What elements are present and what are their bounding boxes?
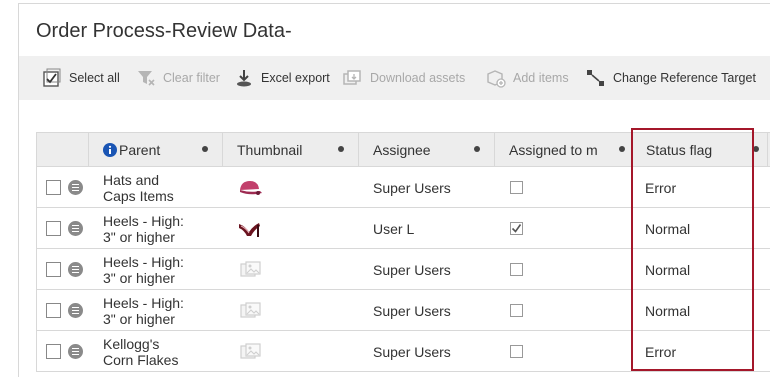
- clear-filter-button[interactable]: Clear filter: [135, 68, 220, 88]
- header-thumbnail-label: Thumbnail: [237, 142, 303, 158]
- placeholder-image-icon: [240, 249, 262, 290]
- placeholder-image-icon: [240, 290, 262, 331]
- download-icon: [233, 68, 255, 88]
- column-menu-icon[interactable]: [474, 146, 480, 152]
- assignee-cell: Super Users: [373, 343, 451, 360]
- header-status-flag[interactable]: Status flag: [632, 133, 768, 167]
- add-box-icon: [485, 68, 507, 88]
- excel-export-label: Excel export: [261, 71, 330, 85]
- heel-shoe-icon: [237, 208, 263, 249]
- column-menu-icon[interactable]: [338, 146, 344, 152]
- header-status-flag-label: Status flag: [646, 142, 713, 158]
- clear-filter-label: Clear filter: [163, 71, 220, 85]
- add-items-label: Add items: [513, 71, 569, 85]
- select-all-button[interactable]: Select all: [41, 68, 120, 88]
- grid-header: Parent Thumbnail Assignee Assigned to m …: [37, 133, 770, 167]
- parent-cell: Kellogg's Corn Flakes: [103, 335, 179, 368]
- column-menu-icon[interactable]: [619, 146, 625, 152]
- assets-download-icon: [342, 68, 364, 88]
- table-row[interactable]: Kellogg's Corn Flakes Super Users Error: [37, 331, 770, 372]
- assigned-to-me-checkbox[interactable]: [510, 345, 523, 358]
- row-select-checkbox[interactable]: [46, 344, 61, 359]
- page-title: Order Process-Review Data-: [36, 20, 292, 42]
- table-row[interactable]: Heels - High: 3" or higher Super Users No…: [37, 249, 770, 290]
- excel-export-button[interactable]: Excel export: [233, 68, 330, 88]
- assigned-to-me-checkbox[interactable]: [510, 304, 523, 317]
- row-select-checkbox[interactable]: [46, 221, 61, 236]
- status-flag-cell: Error: [645, 343, 677, 360]
- info-icon: [103, 143, 117, 157]
- parent-cell: Heels - High: 3" or higher: [103, 212, 184, 245]
- row-menu-icon[interactable]: [68, 221, 83, 236]
- change-reference-target-button[interactable]: Change Reference Target: [585, 68, 756, 88]
- diagonal-arrows-icon: [585, 68, 607, 88]
- checkmark-icon: [511, 224, 522, 233]
- select-all-icon: [41, 68, 63, 88]
- download-assets-label: Download assets: [370, 71, 466, 85]
- status-flag-cell: Normal: [645, 261, 691, 278]
- assignee-cell: Super Users: [373, 302, 451, 319]
- row-select-checkbox[interactable]: [46, 262, 61, 277]
- assignee-cell: User L: [373, 220, 415, 237]
- row-select-checkbox[interactable]: [46, 180, 61, 195]
- assigned-to-me-checkbox[interactable]: [510, 263, 523, 276]
- row-menu-icon[interactable]: [68, 303, 83, 318]
- frame-border-top: [18, 3, 770, 4]
- toolbar: Select all Clear filter Excel export Dow…: [19, 56, 770, 100]
- status-flag-cell: Normal: [645, 302, 691, 319]
- placeholder-image-icon: [240, 331, 262, 372]
- table-row[interactable]: Hats and Caps Items Super Users Error: [37, 167, 770, 208]
- status-flag-cell: Error: [645, 179, 677, 196]
- header-assignee[interactable]: Assignee: [359, 133, 495, 167]
- table-row[interactable]: Heels - High: 3" or higher Super Users No…: [37, 290, 770, 331]
- header-select-column: [37, 133, 89, 167]
- funnel-icon: [135, 68, 157, 88]
- parent-cell: Heels - High: 3" or higher: [103, 294, 184, 327]
- status-flag-cell: Normal: [645, 220, 691, 237]
- select-all-label: Select all: [69, 71, 120, 85]
- assignee-cell: Super Users: [373, 261, 451, 278]
- row-menu-icon[interactable]: [68, 262, 83, 277]
- add-items-button[interactable]: Add items: [485, 68, 569, 88]
- parent-cell: Heels - High: 3" or higher: [103, 253, 184, 286]
- header-assigned-to-me[interactable]: Assigned to m: [495, 133, 632, 167]
- row-menu-icon[interactable]: [68, 180, 83, 195]
- header-assigned-to-me-label: Assigned to m: [509, 142, 598, 158]
- download-assets-button[interactable]: Download assets: [342, 68, 465, 88]
- header-parent[interactable]: Parent: [89, 133, 223, 167]
- assigned-to-me-checkbox[interactable]: [510, 181, 523, 194]
- header-thumbnail[interactable]: Thumbnail: [223, 133, 359, 167]
- header-assignee-label: Assignee: [373, 142, 431, 158]
- assigned-to-me-checkbox[interactable]: [510, 222, 523, 235]
- column-menu-icon[interactable]: [202, 146, 208, 152]
- row-select-checkbox[interactable]: [46, 303, 61, 318]
- change-reference-target-label: Change Reference Target: [613, 71, 756, 85]
- table-row[interactable]: Heels - High: 3" or higher User L Normal: [37, 208, 770, 249]
- assignee-cell: Super Users: [373, 179, 451, 196]
- row-menu-icon[interactable]: [68, 344, 83, 359]
- column-menu-icon[interactable]: [753, 146, 759, 152]
- header-parent-label: Parent: [119, 142, 161, 158]
- data-grid: Parent Thumbnail Assignee Assigned to m …: [36, 132, 770, 372]
- cap-icon: [237, 167, 263, 208]
- parent-cell: Hats and Caps Items: [103, 171, 174, 204]
